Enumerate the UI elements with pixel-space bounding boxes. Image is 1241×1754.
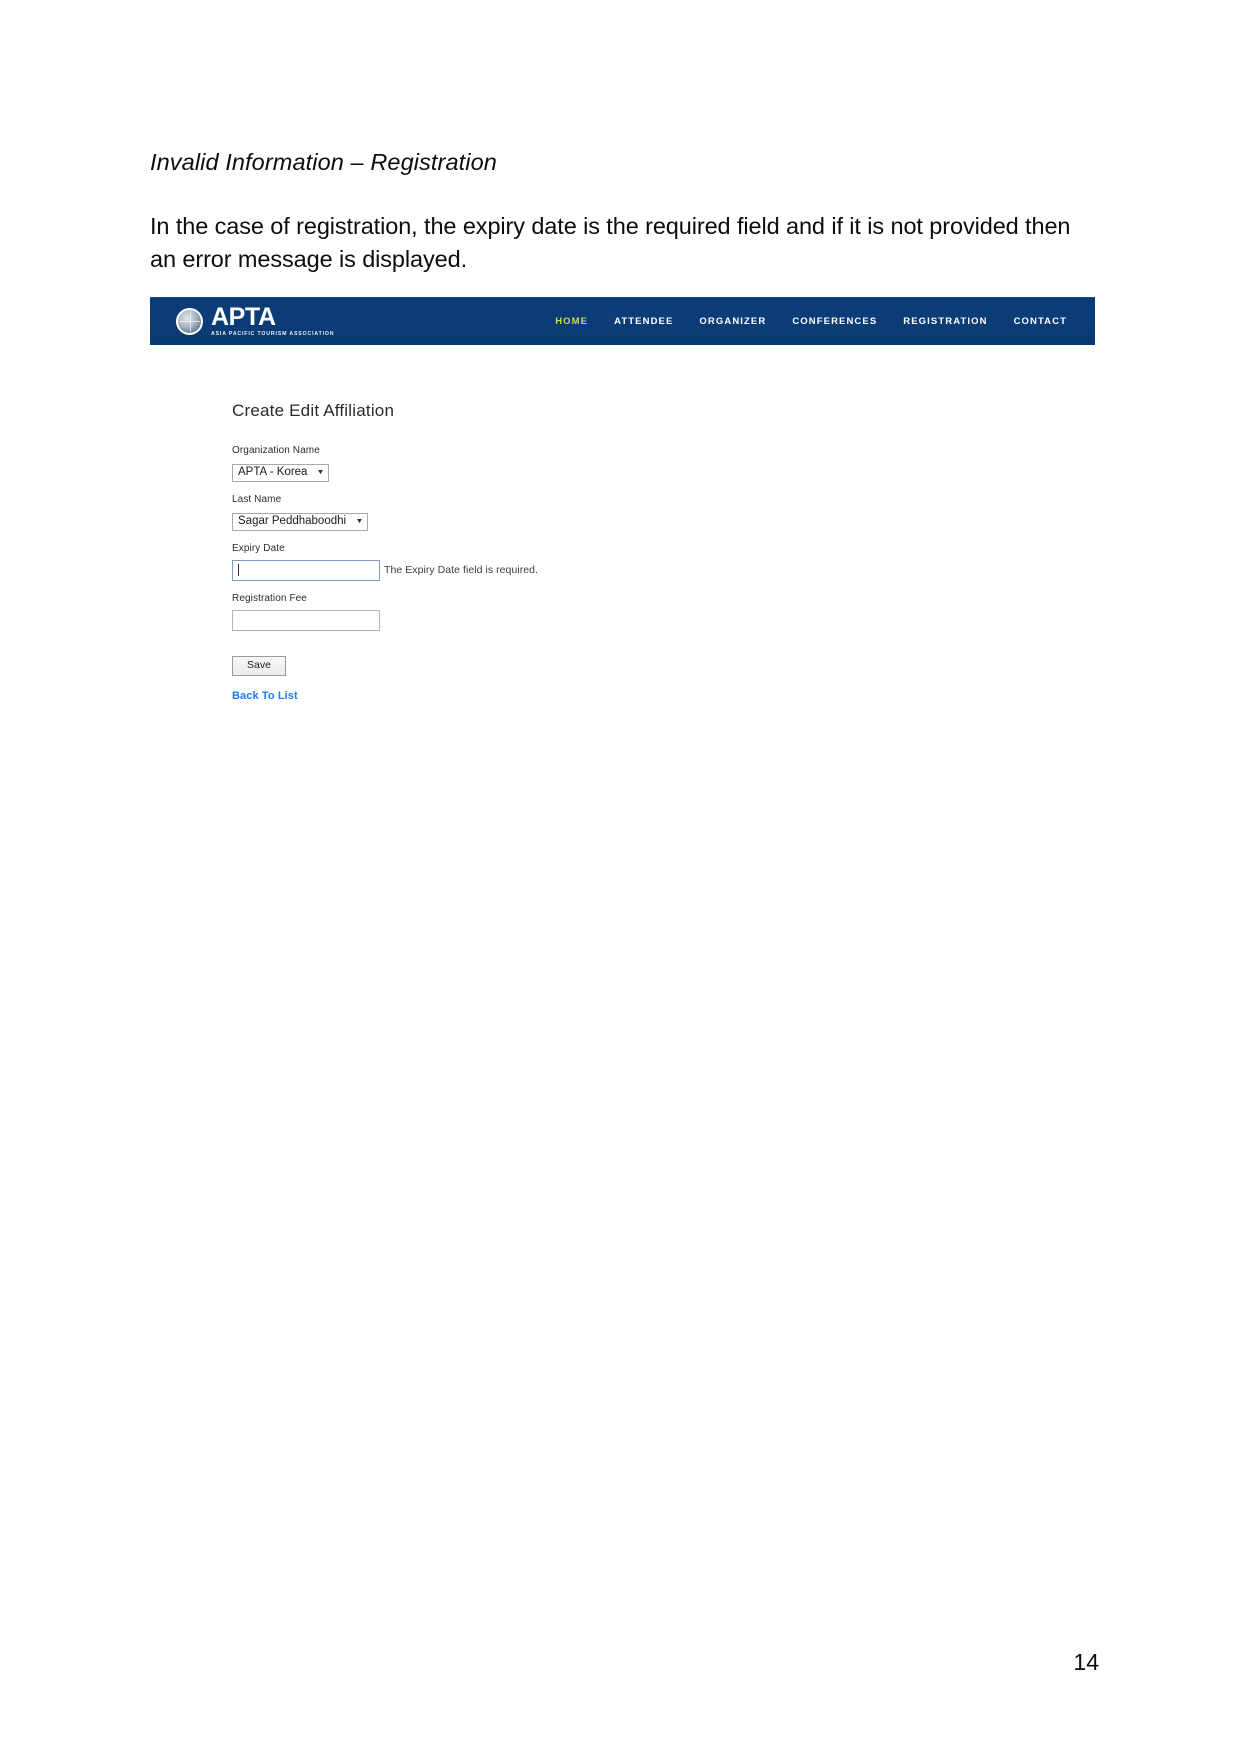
last-name-select[interactable]: Sagar Peddhaboodhi ▼ <box>232 512 369 531</box>
last-name-value: Sagar Peddhaboodhi <box>238 514 347 527</box>
brand-text: APTA ASIA PACIFIC TOURISM ASSOCIATION <box>211 305 334 337</box>
organization-name-value: APTA - Korea <box>238 466 308 478</box>
document-page: Invalid Information – Registration In th… <box>0 0 1241 1754</box>
brand-logo[interactable]: APTA ASIA PACIFIC TOURISM ASSOCIATION <box>176 305 334 337</box>
field-label-registration-fee: Registration Fee <box>232 592 307 604</box>
expiry-date-error-message: The Expiry Date field is required. <box>384 564 539 576</box>
brand-title: APTA <box>211 303 276 332</box>
organization-name-select[interactable]: APTA - Korea ▼ <box>232 463 330 482</box>
expiry-date-row: The Expiry Date field is required. <box>232 559 1095 581</box>
page-number: 14 <box>1073 1649 1099 1675</box>
back-to-list-link[interactable]: Back To List <box>232 690 298 702</box>
globe-icon <box>176 307 203 335</box>
nav-item-organizer[interactable]: ORGANIZER <box>699 316 766 327</box>
field-last-name: Last Name Sagar Peddhaboodhi ▼ <box>232 494 1095 531</box>
field-label-expiry-date: Expiry Date <box>232 542 285 554</box>
registration-fee-input[interactable] <box>232 609 380 631</box>
section-paragraph: In the case of registration, the expiry … <box>150 213 1071 272</box>
nav-item-attendee[interactable]: ATTENDEE <box>614 316 673 327</box>
field-label-last-name: Last Name <box>232 493 282 505</box>
chevron-down-icon: ▼ <box>316 469 325 477</box>
text-caret-icon <box>238 564 239 576</box>
nav-menu: HOME ATTENDEE ORGANIZER CONFERENCES REGI… <box>555 316 1067 327</box>
nav-item-registration[interactable]: REGISTRATION <box>903 316 987 327</box>
page-title: Create Edit Affiliation <box>232 401 395 420</box>
field-registration-fee: Registration Fee <box>232 593 1095 631</box>
nav-item-conferences[interactable]: CONFERENCES <box>792 316 877 327</box>
field-label-organization-name: Organization Name <box>232 445 320 456</box>
site-navbar: APTA ASIA PACIFIC TOURISM ASSOCIATION HO… <box>150 297 1095 345</box>
brand-subtitle: ASIA PACIFIC TOURISM ASSOCIATION <box>211 331 335 338</box>
affiliation-form: Create Edit Affiliation Organization Nam… <box>150 345 1095 745</box>
form-actions: Save <box>232 643 1095 677</box>
document-body: Invalid Information – Registration In th… <box>150 148 1080 275</box>
chevron-down-icon: ▼ <box>355 518 364 525</box>
nav-item-contact[interactable]: CONTACT <box>1014 316 1067 327</box>
save-button[interactable]: Save <box>232 655 286 677</box>
field-organization-name: Organization Name APTA - Korea ▼ <box>232 445 1095 482</box>
nav-item-home[interactable]: HOME <box>555 316 588 327</box>
field-expiry-date: Expiry Date The Expiry Date field is req… <box>232 543 1095 581</box>
expiry-date-input[interactable] <box>232 559 380 581</box>
back-link-wrapper: Back To List <box>232 676 1095 704</box>
section-heading: Invalid Information – Registration <box>150 149 497 175</box>
embedded-screenshot: APTA ASIA PACIFIC TOURISM ASSOCIATION HO… <box>150 297 1095 745</box>
